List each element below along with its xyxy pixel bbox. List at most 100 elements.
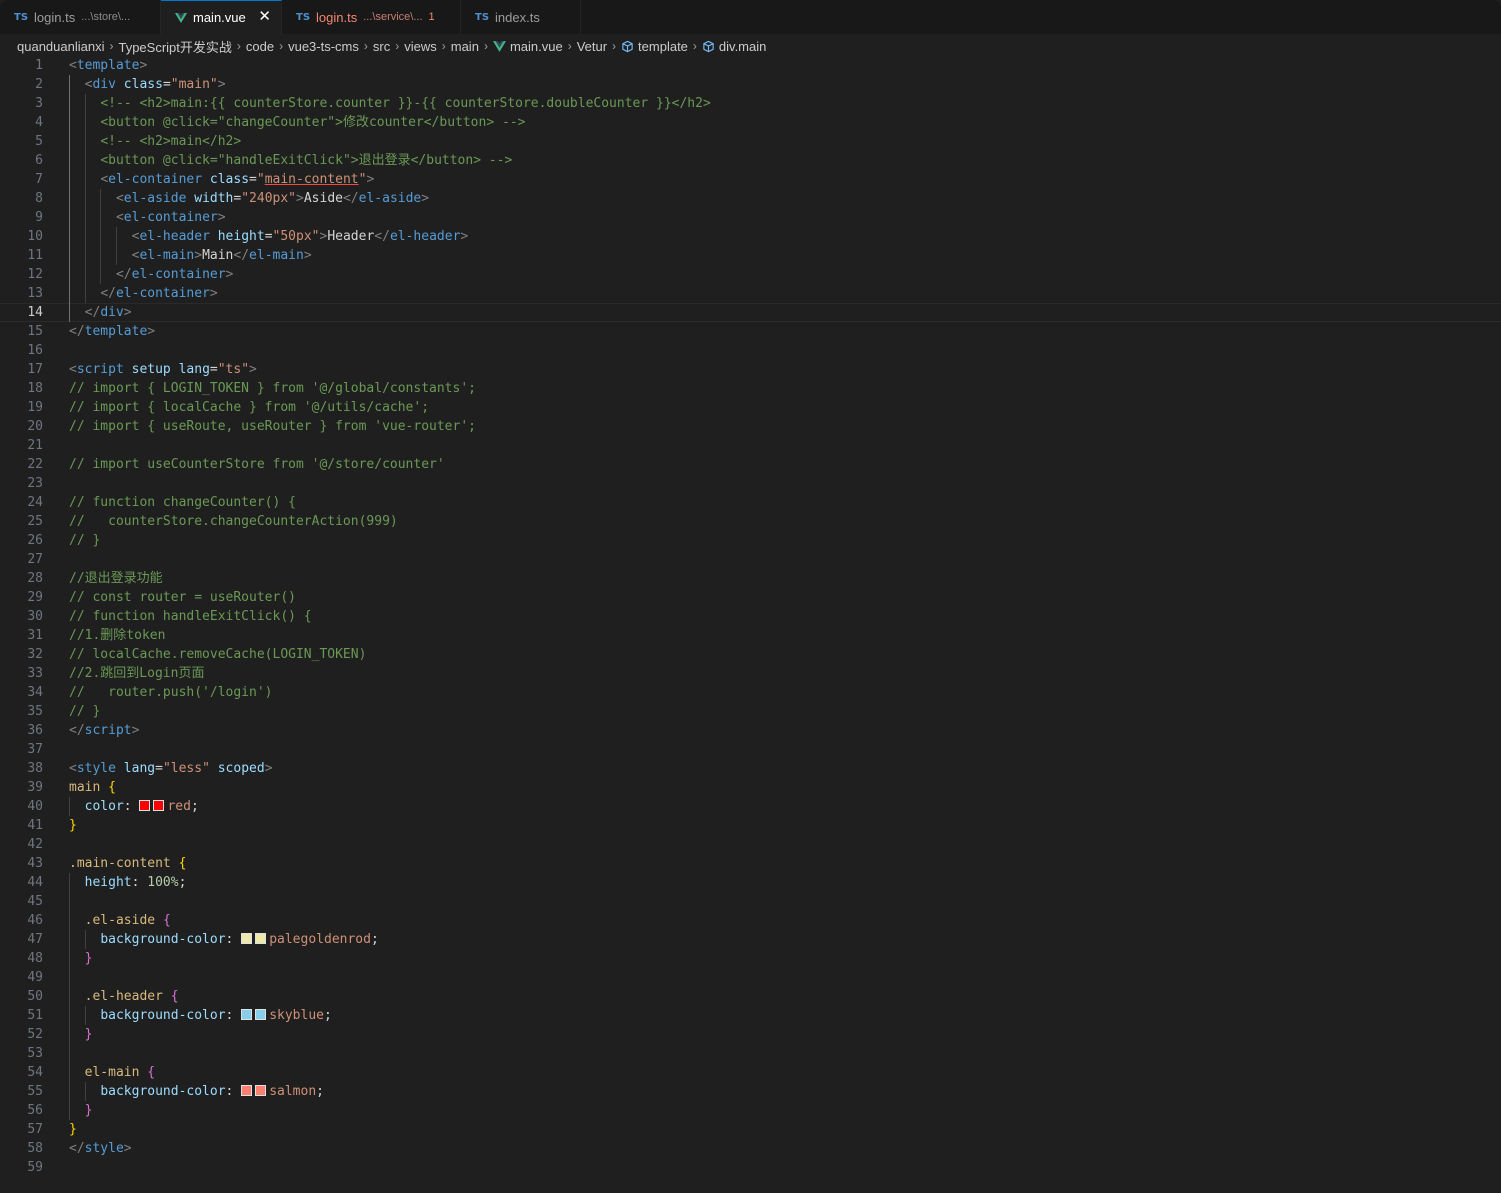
tab-login-ts-store[interactable]: TS login.ts ...\store\... [0, 0, 161, 34]
code-line[interactable]: 48 } [0, 949, 1501, 968]
code-line[interactable]: 25 // counterStore.changeCounterAction(99… [0, 512, 1501, 531]
code-line[interactable]: 38 <style lang="less" scoped> [0, 759, 1501, 778]
code-token: } [84, 951, 93, 966]
breadcrumb-item[interactable]: vue3-ts-cms [288, 39, 359, 54]
code-line[interactable]: 35 // } [0, 702, 1501, 721]
code-line[interactable]: 2 <div class="main"> [0, 75, 1501, 94]
code-line[interactable]: 43 .main-content { [0, 854, 1501, 873]
code-line[interactable]: 39 main { [0, 778, 1501, 797]
color-swatch[interactable] [241, 1085, 253, 1096]
line-number: 49 [27, 970, 43, 985]
color-swatch[interactable] [255, 1085, 267, 1096]
code-token: main [69, 780, 101, 795]
code-line[interactable]: 12 </el-container> [0, 265, 1501, 284]
code-line[interactable]: 29 // const router = useRouter() [0, 588, 1501, 607]
code-line[interactable]: 34 // router.push('/login') [0, 683, 1501, 702]
code-line[interactable]: 8 <el-aside width="240px">Aside</el-asid… [0, 189, 1501, 208]
code-line[interactable]: 11 <el-main>Main</el-main> [0, 246, 1501, 265]
code-line[interactable]: 51 background-color: skyblue; [0, 1006, 1501, 1025]
code-line[interactable]: 54 el-main { [0, 1063, 1501, 1082]
tab-main-vue[interactable]: main.vue ✕ [161, 0, 282, 34]
breadcrumb-item[interactable]: views [404, 39, 437, 54]
code-line[interactable]: 5 <!-- <h2>main</h2> [0, 132, 1501, 151]
code-line[interactable]: 7 <el-container class="main-content"> [0, 170, 1501, 189]
breadcrumb-item[interactable]: div.main [719, 39, 766, 54]
color-swatch[interactable] [241, 933, 253, 944]
line-number: 55 [27, 1084, 43, 1099]
code-token: > [303, 248, 312, 263]
code-token: { [178, 856, 187, 871]
code-line[interactable]: 24 // function changeCounter() { [0, 493, 1501, 512]
breadcrumb-item[interactable]: Vetur [577, 39, 607, 54]
color-swatch[interactable] [255, 1009, 267, 1020]
code-line[interactable]: 9 <el-container> [0, 208, 1501, 227]
code-line[interactable]: 47 background-color: palegoldenrod; [0, 930, 1501, 949]
breadcrumb-item[interactable]: main [451, 39, 479, 54]
breadcrumb-item[interactable]: template [638, 39, 688, 54]
code-line[interactable]: 19 // import { localCache } from '@/utils… [0, 398, 1501, 417]
breadcrumb-item[interactable]: src [373, 39, 390, 54]
breadcrumb-item[interactable]: main.vue [510, 39, 563, 54]
code-line[interactable]: 42 [0, 835, 1501, 854]
tab-login-ts-service[interactable]: TS login.ts ...\service\... 1 [282, 0, 461, 34]
code-line[interactable]: 30 // function handleExitClick() { [0, 607, 1501, 626]
code-line[interactable]: 17 <script setup lang="ts"> [0, 360, 1501, 379]
code-line[interactable]: 46 .el-aside { [0, 911, 1501, 930]
code-line[interactable]: 10 <el-header height="50px">Header</el-h… [0, 227, 1501, 246]
close-icon[interactable]: ✕ [258, 9, 271, 25]
color-swatch[interactable] [139, 800, 151, 811]
code-line[interactable]: 15 </template> [0, 322, 1501, 341]
code-line[interactable]: 31 //1.删除token [0, 626, 1501, 645]
code-line[interactable]: 1 <template> [0, 56, 1501, 75]
code-line[interactable]: 33 //2.跳回到Login页面 [0, 664, 1501, 683]
code-line[interactable]: 18 // import { LOGIN_TOKEN } from '@/glob… [0, 379, 1501, 398]
code-line[interactable]: 41} [0, 816, 1501, 835]
code-line[interactable]: 58 </style> [0, 1139, 1501, 1158]
code-line[interactable]: 32 // localCache.removeCache(LOGIN_TOKEN) [0, 645, 1501, 664]
code-token: lang [178, 362, 210, 377]
code-line[interactable]: 27 [0, 550, 1501, 569]
line-code: height: 100%; [69, 873, 187, 892]
code-line[interactable]: 4 <button @click="changeCounter">修改count… [0, 113, 1501, 132]
code-line[interactable]: 16 [0, 341, 1501, 360]
code-line[interactable]: 37 [0, 740, 1501, 759]
code-line[interactable]: 36 </script> [0, 721, 1501, 740]
code-token: "main" [170, 77, 218, 92]
code-line[interactable]: 20 // import { useRoute, useRouter } from… [0, 417, 1501, 436]
color-swatch[interactable] [241, 1009, 253, 1020]
code-line[interactable]: 26 // } [0, 531, 1501, 550]
code-line[interactable]: 6 <button @click="handleExitClick">退出登录<… [0, 151, 1501, 170]
line-number: 30 [27, 609, 43, 624]
color-swatch[interactable] [153, 800, 165, 811]
code-line[interactable]: 13 </el-container> [0, 284, 1501, 303]
code-line[interactable]: 21 [0, 436, 1501, 455]
code-line[interactable]: 28 //退出登录功能 [0, 569, 1501, 588]
code-line[interactable]: 53 [0, 1044, 1501, 1063]
code-line[interactable]: 49 [0, 968, 1501, 987]
code-line[interactable]: 56 } [0, 1101, 1501, 1120]
code-line[interactable]: 59 [0, 1158, 1501, 1177]
code-token: main-content [264, 172, 359, 187]
code-line[interactable]: 45 [0, 892, 1501, 911]
code-line[interactable]: 52 } [0, 1025, 1501, 1044]
tab-index-ts[interactable]: TS index.ts [461, 0, 581, 34]
breadcrumb-item[interactable]: TypeScript开发实战 [118, 37, 231, 56]
code-token: } [84, 1027, 93, 1042]
code-line[interactable]: 55 background-color: salmon; [0, 1082, 1501, 1101]
code-editor[interactable]: 1 <template> 2 <div class="main"> 3 <!-- <h… [0, 56, 1501, 1193]
code-line[interactable]: 44 height: 100%; [0, 873, 1501, 892]
code-line[interactable]: 23 [0, 474, 1501, 493]
code-line[interactable]: 40 color: red; [0, 797, 1501, 816]
breadcrumb-item[interactable]: code [246, 39, 274, 54]
code-line[interactable]: 14 </div> [0, 303, 1501, 322]
line-number: 57 [27, 1122, 43, 1137]
code-line[interactable]: 57} [0, 1120, 1501, 1139]
code-line[interactable]: 50 .el-header { [0, 987, 1501, 1006]
code-line[interactable]: 3 <!-- <h2>main:{{ counterStore.counter … [0, 94, 1501, 113]
tab-label: main.vue [193, 10, 246, 25]
tab-description: ...\service\... [363, 11, 423, 23]
breadcrumb-item[interactable]: quanduanlianxi [17, 39, 104, 54]
code-line[interactable]: 22 // import useCounterStore from '@/stor… [0, 455, 1501, 474]
line-number: 42 [27, 837, 43, 852]
color-swatch[interactable] [255, 933, 267, 944]
